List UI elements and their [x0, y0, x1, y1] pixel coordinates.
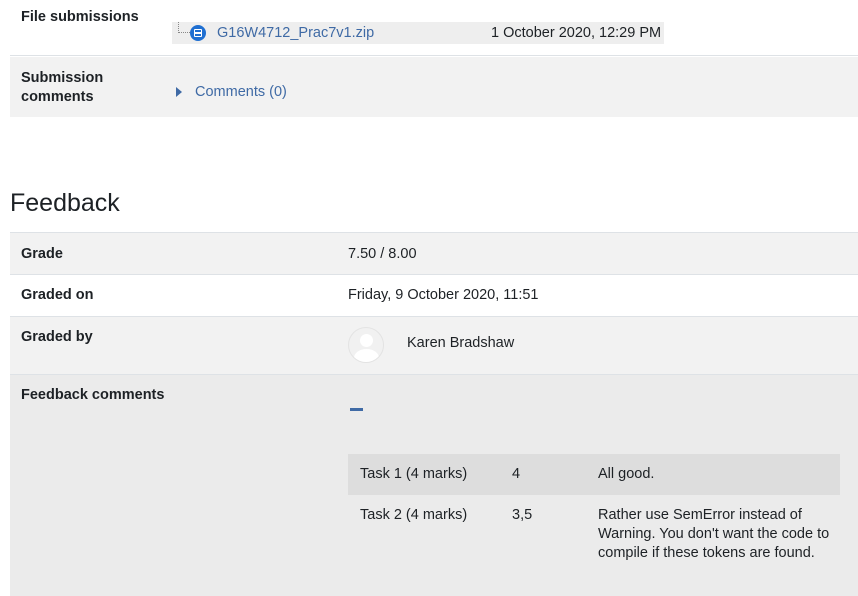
grade-value: 7.50 / 8.00 — [348, 246, 417, 262]
caret-right-icon[interactable] — [176, 87, 182, 97]
table-row: Task 1 (4 marks) 4 All good. — [348, 454, 840, 495]
file-download-link[interactable]: G16W4712_Prac7v1.zip — [217, 24, 374, 43]
submission-comments-label: Submission comments — [21, 70, 104, 105]
graded-by-label: Graded by — [21, 329, 93, 345]
tree-connector — [178, 22, 190, 33]
feedback-comments-label: Feedback comments — [21, 387, 165, 403]
task-cell: Task 1 (4 marks) — [348, 454, 512, 495]
grade-row: Grade 7.50 / 8.00 — [10, 232, 858, 275]
mark-cell: 4 — [512, 454, 598, 495]
graded-on-value: Friday, 9 October 2020, 11:51 — [348, 287, 539, 303]
avatar[interactable] — [348, 327, 384, 363]
file-entry: G16W4712_Prac7v1.zip 1 October 2020, 12:… — [172, 22, 664, 44]
task-cell: Task 2 (4 marks) — [360, 507, 468, 523]
feedback-table: Task 1 (4 marks) 4 All good. Task 2 (4 m… — [348, 454, 840, 574]
submission-comments-row: Submission comments Comments (0) — [10, 57, 858, 117]
graded-on-label: Graded on — [21, 287, 94, 303]
graded-on-row: Graded on Friday, 9 October 2020, 11:51 — [10, 275, 858, 317]
archive-file-icon — [190, 25, 206, 41]
collapse-icon[interactable] — [350, 408, 363, 411]
comment-cell: Rather use SemError instead of Warning. … — [598, 507, 830, 561]
feedback-comments-row: Feedback comments Task 1 (4 marks) 4 All… — [10, 375, 858, 596]
file-submissions-row: File submissions G16W4712_Prac7v1.zip 1 … — [10, 0, 858, 56]
comment-cell: All good. — [598, 454, 840, 495]
grader-name: Karen Bradshaw — [407, 335, 515, 351]
file-date: 1 October 2020, 12:29 PM — [491, 25, 662, 41]
comments-toggle-link[interactable]: Comments (0) — [195, 83, 287, 102]
feedback-heading: Feedback — [10, 189, 120, 217]
mark-cell: 3,5 — [512, 507, 533, 523]
graded-by-row: Graded by Karen Bradshaw — [10, 317, 858, 375]
grade-label: Grade — [21, 246, 63, 262]
file-submissions-label: File submissions — [21, 9, 139, 25]
table-row: Task 2 (4 marks) 3,5 Rather use SemError… — [348, 495, 840, 574]
